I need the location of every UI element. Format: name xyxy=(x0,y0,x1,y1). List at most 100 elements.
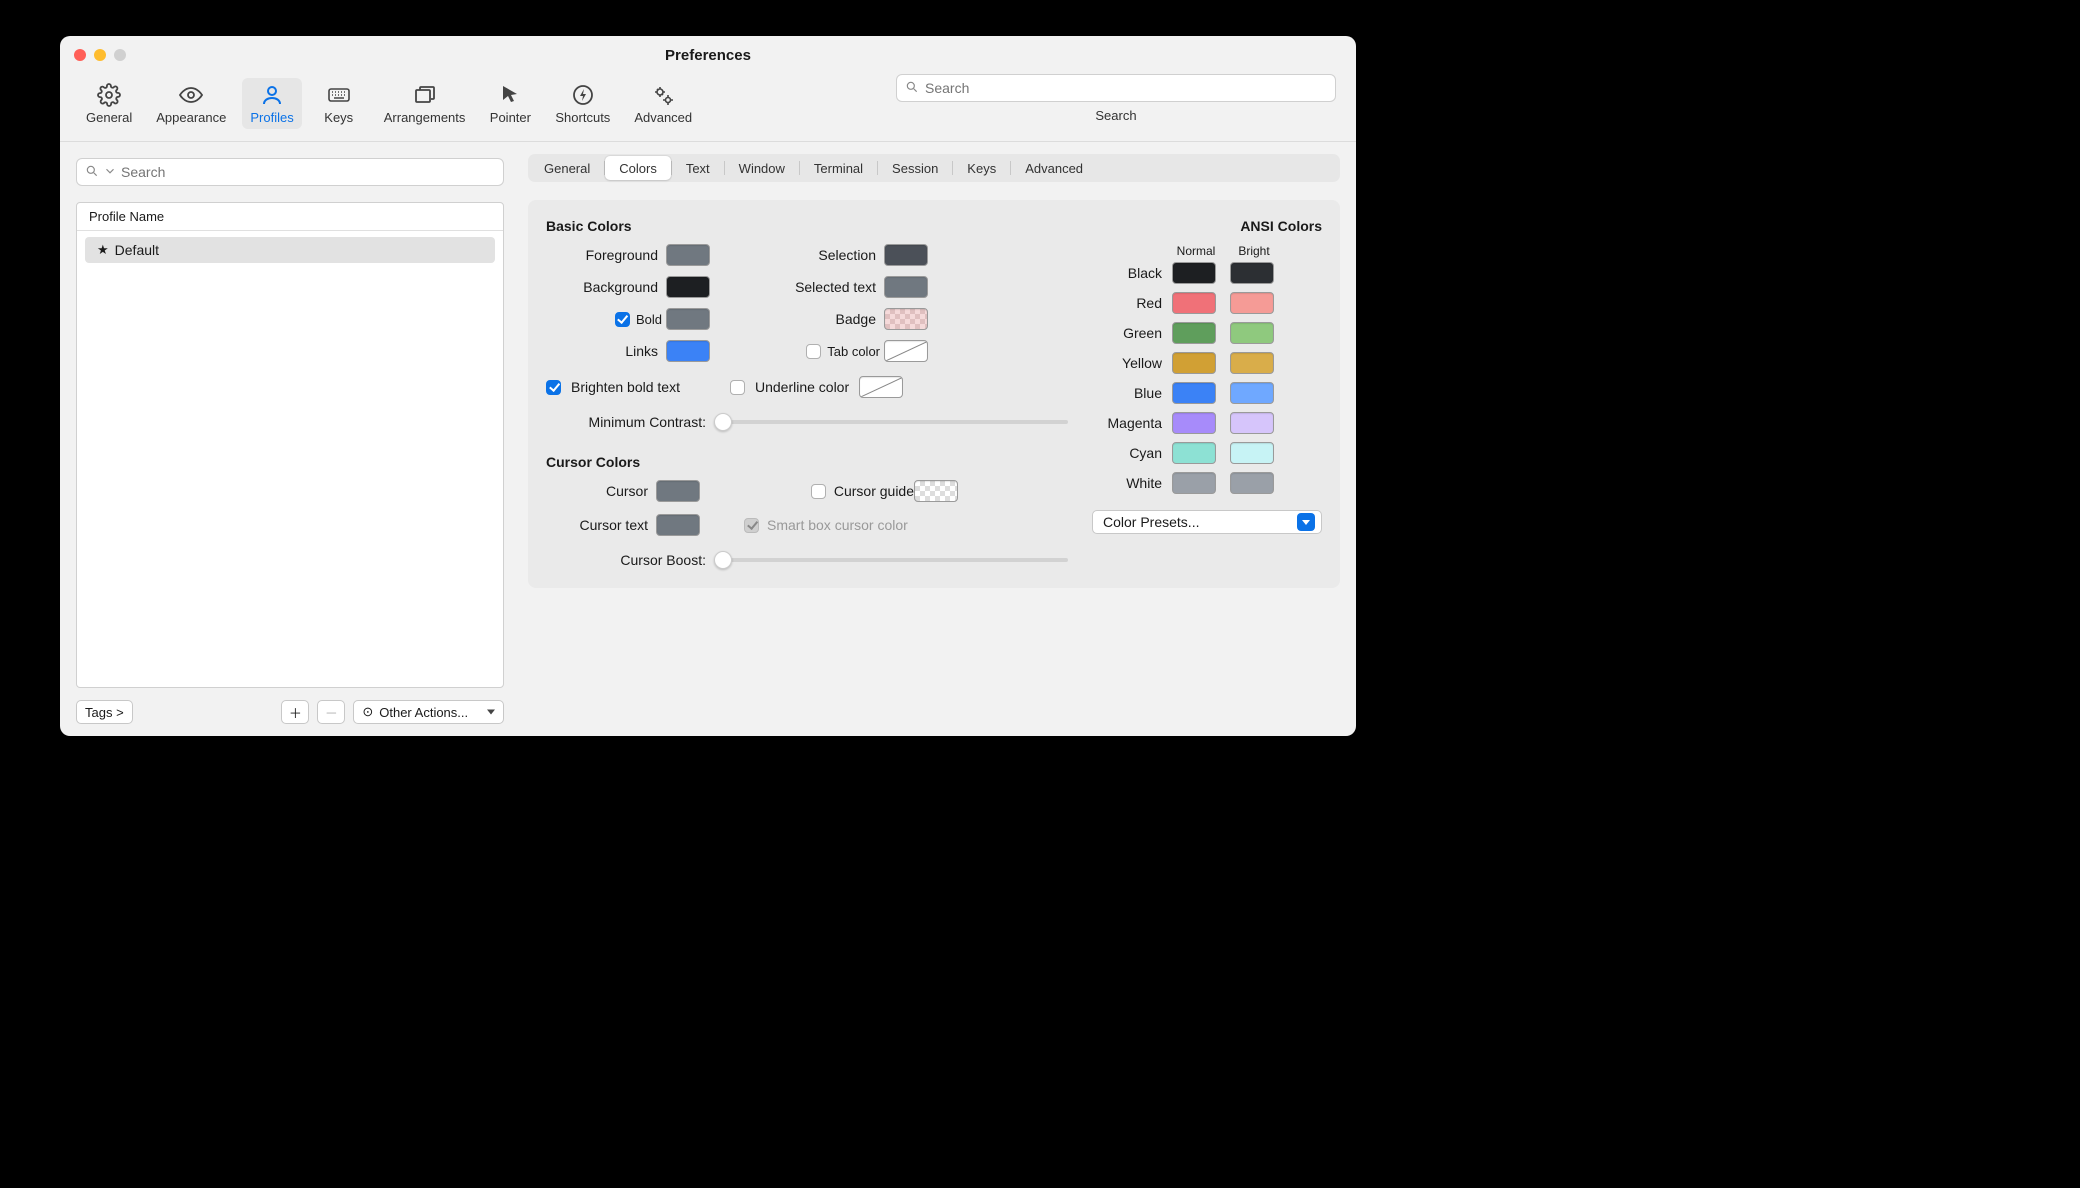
tab-color-swatch[interactable] xyxy=(884,340,928,362)
toolbar-search[interactable] xyxy=(896,74,1336,102)
ansi-bright-swatch[interactable] xyxy=(1230,382,1274,404)
links-swatch[interactable] xyxy=(666,340,710,362)
profile-search[interactable] xyxy=(76,158,504,186)
color-presets-dropdown[interactable]: Color Presets... xyxy=(1092,510,1322,534)
ansi-normal-header: Normal xyxy=(1172,244,1220,258)
list-item[interactable]: ★ Default xyxy=(85,237,495,263)
tab-label: Shortcuts xyxy=(555,110,610,125)
search-input[interactable] xyxy=(925,80,1327,96)
ansi-row: Yellow xyxy=(1092,352,1322,374)
ansi-row: Red xyxy=(1092,292,1322,314)
cursor-guide-swatch[interactable] xyxy=(914,480,958,502)
smart-box-label: Smart box cursor color xyxy=(767,517,908,533)
subtab-window[interactable]: Window xyxy=(725,156,799,180)
ansi-normal-swatch[interactable] xyxy=(1172,412,1216,434)
tab-keys[interactable]: Keys xyxy=(310,78,368,129)
subtab-text[interactable]: Text xyxy=(672,156,724,180)
toolbar: General Appearance Profiles Keys xyxy=(60,74,1356,142)
subtab-colors[interactable]: Colors xyxy=(605,156,671,180)
badge-swatch[interactable] xyxy=(884,308,928,330)
ansi-bright-swatch[interactable] xyxy=(1230,322,1274,344)
tab-advanced[interactable]: Advanced xyxy=(626,78,700,129)
list-header: Profile Name xyxy=(77,203,503,231)
ansi-bright-swatch[interactable] xyxy=(1230,262,1274,284)
cursor-guide-checkbox[interactable] xyxy=(811,484,826,499)
ansi-label: Cyan xyxy=(1092,445,1162,461)
subtab-session[interactable]: Session xyxy=(878,156,952,180)
gear-icon xyxy=(96,82,122,108)
chevron-down-icon[interactable] xyxy=(103,164,117,181)
ansi-row: White xyxy=(1092,472,1322,494)
profiles-sidebar: Profile Name ★ Default Tags > ＋ － ⊙ Othe… xyxy=(60,142,520,736)
tab-label: Arrangements xyxy=(384,110,466,125)
subtab-terminal[interactable]: Terminal xyxy=(800,156,877,180)
ansi-normal-swatch[interactable] xyxy=(1172,292,1216,314)
tags-button[interactable]: Tags > xyxy=(76,700,133,724)
ansi-label: Black xyxy=(1092,265,1162,281)
brighten-checkbox[interactable] xyxy=(546,380,561,395)
tab-arrangements[interactable]: Arrangements xyxy=(376,78,474,129)
ansi-label: Red xyxy=(1092,295,1162,311)
selection-swatch[interactable] xyxy=(884,244,928,266)
window-title: Preferences xyxy=(60,47,1356,64)
background-swatch[interactable] xyxy=(666,276,710,298)
ansi-normal-swatch[interactable] xyxy=(1172,382,1216,404)
ansi-row: Black xyxy=(1092,262,1322,284)
tab-color-label: Tab color xyxy=(827,344,880,359)
cursor-text-swatch[interactable] xyxy=(656,514,700,536)
ansi-bright-swatch[interactable] xyxy=(1230,442,1274,464)
ansi-normal-swatch[interactable] xyxy=(1172,472,1216,494)
ansi-normal-swatch[interactable] xyxy=(1172,262,1216,284)
ansi-bright-swatch[interactable] xyxy=(1230,352,1274,374)
bold-label: Bold xyxy=(636,312,662,327)
tab-label: Keys xyxy=(324,110,353,125)
other-actions-dropdown[interactable]: ⊙ Other Actions... xyxy=(353,700,504,724)
basic-colors-title: Basic Colors xyxy=(546,218,1068,234)
ansi-bright-swatch[interactable] xyxy=(1230,292,1274,314)
cursor-swatch[interactable] xyxy=(656,480,700,502)
underline-swatch[interactable] xyxy=(859,376,903,398)
bold-checkbox[interactable] xyxy=(615,312,630,327)
search-caption: Search xyxy=(896,108,1336,123)
subtab-general[interactable]: General xyxy=(530,156,604,180)
links-label: Links xyxy=(546,343,666,359)
cursor-guide-label: Cursor guide xyxy=(834,483,914,499)
selection-label: Selection xyxy=(754,247,884,263)
toolbar-search-wrap: Search xyxy=(896,74,1336,123)
ansi-bright-swatch[interactable] xyxy=(1230,472,1274,494)
tab-color-checkbox[interactable] xyxy=(806,344,821,359)
ansi-normal-swatch[interactable] xyxy=(1172,352,1216,374)
profile-list[interactable]: Profile Name ★ Default xyxy=(76,202,504,688)
remove-profile-button[interactable]: － xyxy=(317,700,345,724)
chevron-down-icon xyxy=(1297,513,1315,531)
ansi-bright-swatch[interactable] xyxy=(1230,412,1274,434)
min-contrast-label: Minimum Contrast: xyxy=(546,414,706,430)
cursor-icon xyxy=(497,82,523,108)
ansi-normal-swatch[interactable] xyxy=(1172,322,1216,344)
min-contrast-slider[interactable] xyxy=(716,420,1068,424)
tab-appearance[interactable]: Appearance xyxy=(148,78,234,129)
bold-swatch[interactable] xyxy=(666,308,710,330)
tab-general[interactable]: General xyxy=(78,78,140,129)
foreground-label: Foreground xyxy=(546,247,666,263)
subtab-advanced[interactable]: Advanced xyxy=(1011,156,1097,180)
profile-detail: General Colors Text Window Terminal Sess… xyxy=(520,142,1356,736)
ansi-bright-header: Bright xyxy=(1230,244,1278,258)
subtab-keys[interactable]: Keys xyxy=(953,156,1010,180)
ansi-label: Green xyxy=(1092,325,1162,341)
selected-text-swatch[interactable] xyxy=(884,276,928,298)
underline-checkbox[interactable] xyxy=(730,380,745,395)
foreground-swatch[interactable] xyxy=(666,244,710,266)
profile-search-input[interactable] xyxy=(121,164,495,180)
star-icon: ★ xyxy=(97,242,109,258)
cursor-text-label: Cursor text xyxy=(546,517,656,533)
tab-profiles[interactable]: Profiles xyxy=(242,78,301,129)
ansi-title: ANSI Colors xyxy=(1092,218,1322,234)
tab-pointer[interactable]: Pointer xyxy=(481,78,539,129)
ansi-normal-swatch[interactable] xyxy=(1172,442,1216,464)
add-profile-button[interactable]: ＋ xyxy=(281,700,309,724)
ellipsis-icon: ⊙ xyxy=(362,704,373,720)
tab-shortcuts[interactable]: Shortcuts xyxy=(547,78,618,129)
cursor-boost-slider[interactable] xyxy=(716,558,1068,562)
tab-label: General xyxy=(86,110,132,125)
